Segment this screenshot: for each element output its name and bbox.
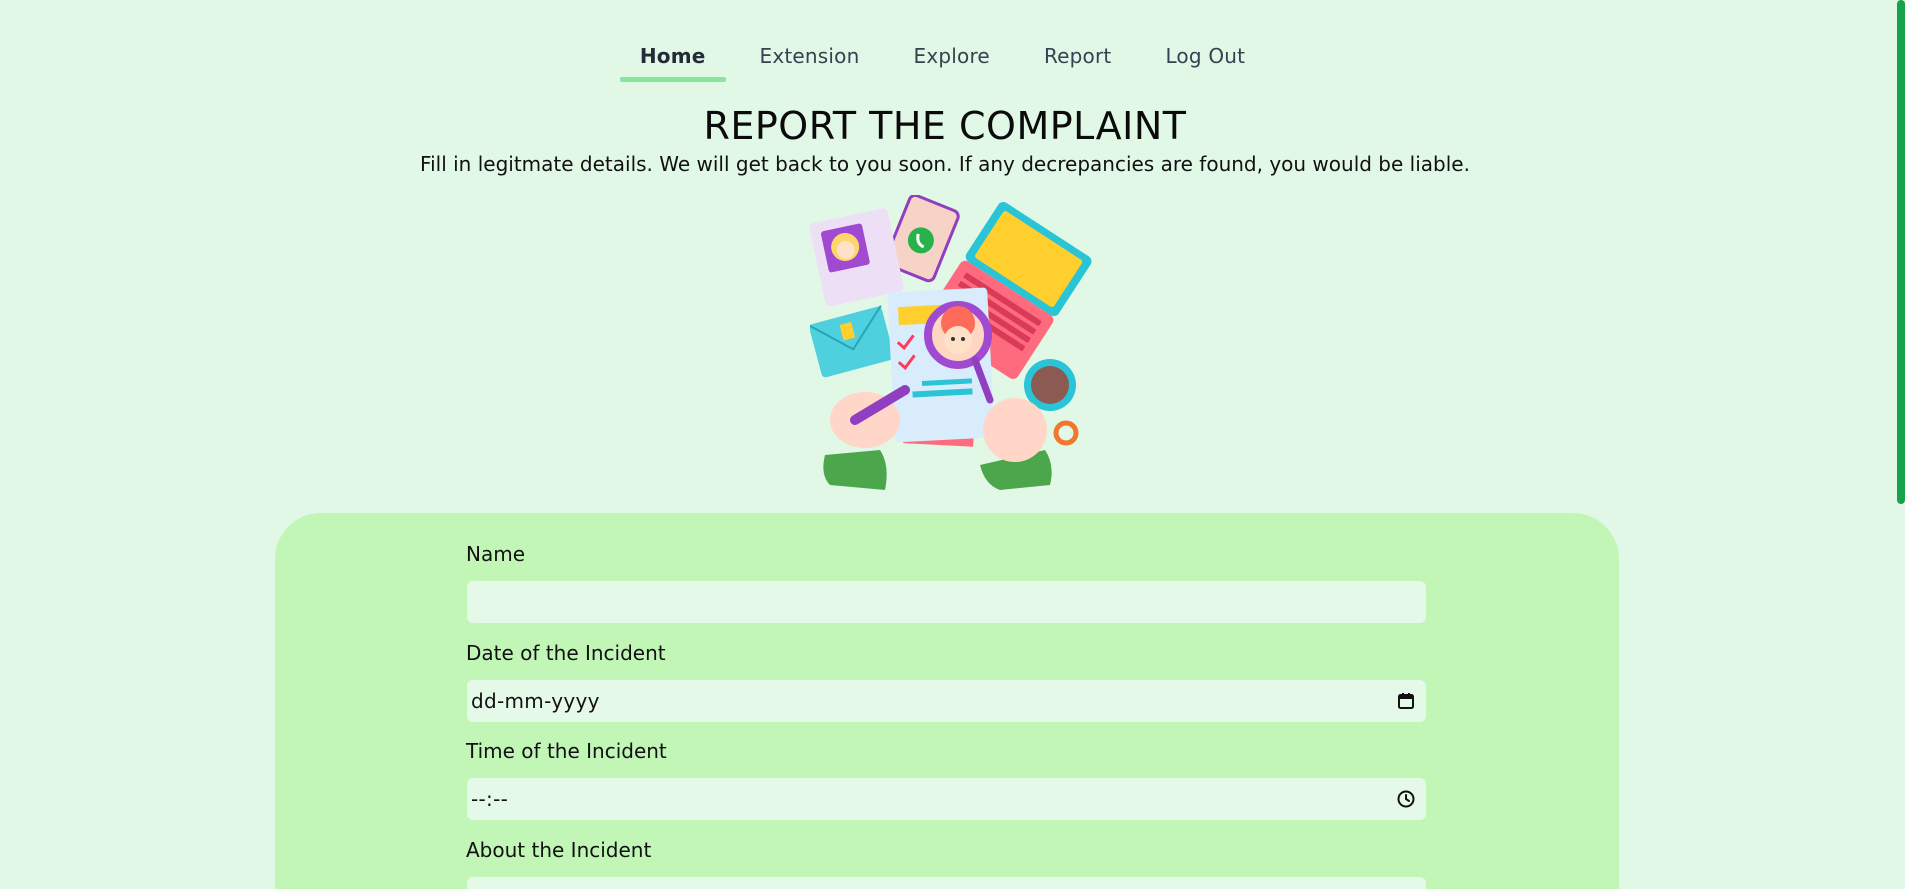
clock-icon[interactable]: [1396, 789, 1416, 809]
time-input[interactable]: --:--: [467, 778, 1426, 820]
complaint-illustration: [810, 195, 1092, 490]
page: Home Extension Explore Report Log Out RE…: [0, 0, 1905, 889]
time-input-placeholder: --:--: [471, 787, 509, 811]
page-subtitle: Fill in legitmate details. We will get b…: [420, 152, 1470, 176]
name-input[interactable]: [467, 581, 1426, 623]
about-textarea[interactable]: [467, 877, 1426, 889]
top-nav: Home Extension Explore Report Log Out: [0, 36, 1905, 82]
nav-item-report[interactable]: Report: [1024, 36, 1132, 78]
nav-item-extension[interactable]: Extension: [740, 36, 880, 78]
nav-item-home[interactable]: Home: [619, 36, 726, 82]
nav-item-logout[interactable]: Log Out: [1145, 36, 1265, 78]
right-hand-illustration: [980, 398, 1052, 490]
left-hand-illustration: [823, 385, 910, 490]
name-label: Name: [466, 542, 526, 566]
photo-card-illustration: [810, 208, 904, 307]
date-label: Date of the Incident: [466, 641, 666, 665]
date-input[interactable]: dd-mm-yyyy: [467, 680, 1426, 722]
calendar-icon[interactable]: [1396, 691, 1416, 711]
envelope-illustration: [810, 305, 895, 378]
about-label: About the Incident: [466, 838, 652, 862]
nav-item-explore[interactable]: Explore: [893, 36, 1009, 78]
page-title: REPORT THE COMPLAINT: [703, 104, 1187, 148]
date-input-placeholder: dd-mm-yyyy: [471, 689, 600, 713]
time-label: Time of the Incident: [466, 739, 667, 763]
